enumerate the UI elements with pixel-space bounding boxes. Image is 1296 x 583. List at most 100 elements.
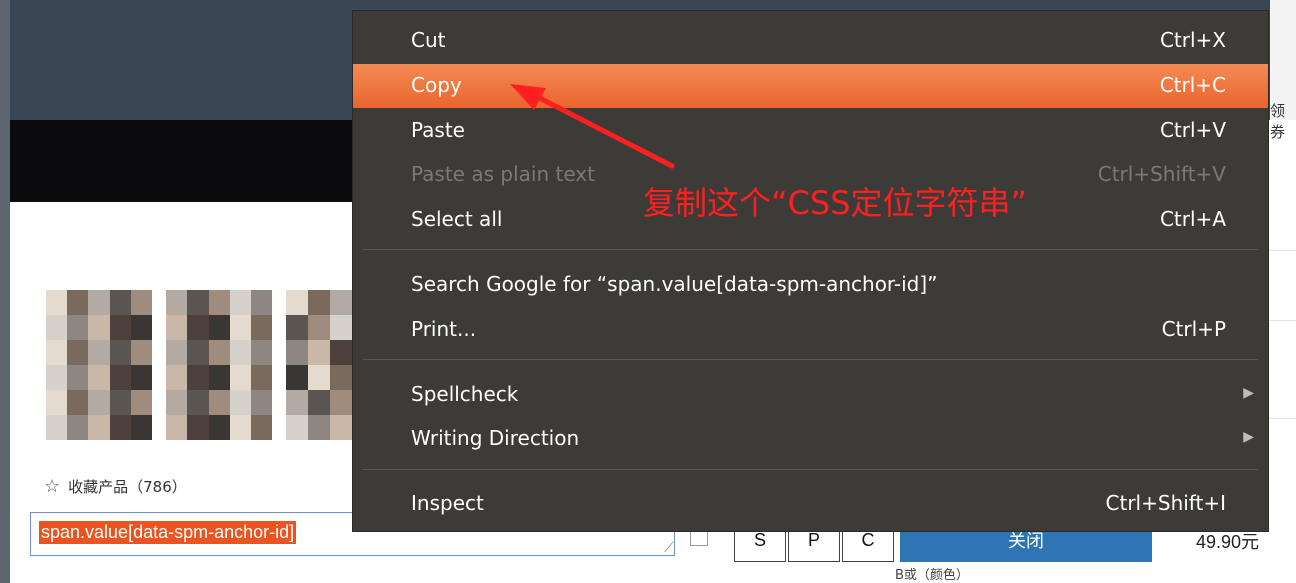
thumbnail-pixel xyxy=(286,390,309,415)
thumbnail-pixel xyxy=(67,290,89,315)
divider xyxy=(1268,418,1296,419)
thumbnail-pixel xyxy=(46,290,68,315)
menu-item-print[interactable]: Print... Ctrl+P xyxy=(353,308,1268,352)
menu-item-writing-direction[interactable]: Writing Direction ▶ xyxy=(353,417,1268,461)
menu-separator xyxy=(363,249,1258,250)
thumbnail-pixel xyxy=(251,290,273,315)
thumbnail-pixel xyxy=(46,340,68,365)
checkbox[interactable] xyxy=(690,530,708,546)
screenshot-root: 领券 › › ☆ 收藏产品（786） span.value[data-spm-a… xyxy=(0,0,1296,583)
thumbnail-pixel xyxy=(251,340,273,365)
thumbnail-pixel xyxy=(251,365,273,390)
thumbnail-pixel xyxy=(88,365,110,390)
thumbnail-pixel xyxy=(251,415,273,440)
menu-item-label: Paste xyxy=(411,118,465,142)
thumbnail-pixel xyxy=(251,315,273,340)
product-thumbnail[interactable] xyxy=(166,290,273,440)
menu-item-label: Search Google for “span.value[data-spm-a… xyxy=(411,272,938,296)
thumbnail-pixel xyxy=(166,390,188,415)
menu-item-label: Inspect xyxy=(411,491,484,515)
thumbnail-pixel xyxy=(88,415,110,440)
thumbnail-pixel xyxy=(229,390,252,415)
thumbnail-pixel xyxy=(109,315,131,340)
thumbnail-pixel xyxy=(130,415,153,440)
resize-grip-icon[interactable]: ⟋ xyxy=(664,540,674,556)
menu-item-label: Writing Direction xyxy=(411,426,580,450)
menu-item-label: Select all xyxy=(411,207,503,231)
thumbnail-pixel xyxy=(109,290,131,315)
thumbnail-pixel xyxy=(109,390,131,415)
product-thumbnail[interactable] xyxy=(46,290,153,440)
thumbnail-pixel xyxy=(308,340,331,365)
thumbnail-pixel xyxy=(109,365,131,390)
menu-item-cut[interactable]: Cut Ctrl+X xyxy=(353,19,1268,63)
annotation-text: 复制这个“CSS定位字符串” xyxy=(643,184,1028,222)
thumbnail-pixel xyxy=(67,340,89,365)
thumbnail-pixel xyxy=(308,290,331,315)
thumbnail-pixel xyxy=(208,290,230,315)
thumbnail-pixel xyxy=(308,390,331,415)
thumbnail-pixel xyxy=(251,390,273,415)
thumbnail-pixel xyxy=(187,290,209,315)
thumbnail-pixel xyxy=(330,290,353,315)
thumbnail-pixel xyxy=(229,315,252,340)
menu-item-shortcut: Ctrl+P xyxy=(1161,317,1226,341)
thumbnail-pixel xyxy=(109,415,131,440)
thumbnail-pixel xyxy=(88,390,110,415)
thumbnail-pixel xyxy=(286,340,309,365)
thumbnail-pixel xyxy=(208,390,230,415)
menu-item-paste[interactable]: Paste Ctrl+V xyxy=(353,109,1268,153)
thumbnail-pixel xyxy=(286,365,309,390)
menu-item-shortcut: Ctrl+Shift+V xyxy=(1097,162,1226,186)
thumbnail-pixel xyxy=(187,340,209,365)
thumbnail-pixel xyxy=(187,365,209,390)
menu-item-search-google[interactable]: Search Google for “span.value[data-spm-a… xyxy=(353,263,1268,307)
context-menu: Cut Ctrl+X Copy Ctrl+C Paste Ctrl+V Past… xyxy=(352,10,1269,532)
thumbnail-pixel xyxy=(67,365,89,390)
menu-item-copy[interactable]: Copy Ctrl+C xyxy=(353,64,1268,108)
thumbnail-pixel xyxy=(88,340,110,365)
menu-item-shortcut: Ctrl+A xyxy=(1159,207,1226,231)
thumbnail-pixel xyxy=(67,315,89,340)
thumbnail-pixel xyxy=(130,315,153,340)
thumbnail-pixel xyxy=(330,315,353,340)
thumbnail-pixel xyxy=(109,340,131,365)
thumbnail-pixel xyxy=(187,415,209,440)
submenu-arrow-icon: ▶ xyxy=(1243,429,1254,445)
menu-item-shortcut: Ctrl+C xyxy=(1159,73,1226,97)
menu-item-spellcheck[interactable]: Spellcheck ▶ xyxy=(353,373,1268,417)
thumbnail-pixel xyxy=(166,315,188,340)
thumbnail-pixel xyxy=(88,290,110,315)
thumbnail-pixel xyxy=(286,415,309,440)
page-banner xyxy=(10,120,352,202)
selected-text: span.value[data-spm-anchor-id] xyxy=(39,521,297,544)
thumbnail-pixel xyxy=(187,315,209,340)
thumbnail-pixel xyxy=(166,340,188,365)
thumbnail-pixel xyxy=(308,315,331,340)
menu-item-shortcut: Ctrl+V xyxy=(1159,118,1226,142)
thumbnail-pixel xyxy=(208,415,230,440)
favorite-label: 收藏产品（786） xyxy=(68,478,187,496)
menu-separator xyxy=(363,359,1258,360)
thumbnail-pixel xyxy=(130,365,153,390)
divider xyxy=(1268,320,1296,321)
thumbnail-pixel xyxy=(330,390,353,415)
submenu-arrow-icon: ▶ xyxy=(1243,385,1254,401)
thumbnail-pixel xyxy=(187,390,209,415)
thumbnail-pixel xyxy=(229,415,252,440)
menu-item-label: Paste as plain text xyxy=(411,162,595,186)
menu-item-label: Copy xyxy=(411,73,462,97)
favorite-product[interactable]: ☆ 收藏产品（786） xyxy=(44,476,187,497)
star-icon: ☆ xyxy=(44,476,61,497)
thumbnail-pixel xyxy=(166,365,188,390)
thumbnail-pixel xyxy=(46,390,68,415)
thumbnail-pixel xyxy=(46,315,68,340)
thumbnail-pixel xyxy=(229,365,252,390)
thumbnail-pixel xyxy=(130,390,153,415)
menu-item-label: Print... xyxy=(411,317,477,341)
menu-item-inspect[interactable]: Inspect Ctrl+Shift+I xyxy=(353,482,1268,526)
thumbnail-pixel xyxy=(166,415,188,440)
coupon-label: 领券 xyxy=(1270,102,1286,141)
thumbnail-pixel xyxy=(208,315,230,340)
product-thumbnail[interactable] xyxy=(286,290,353,440)
